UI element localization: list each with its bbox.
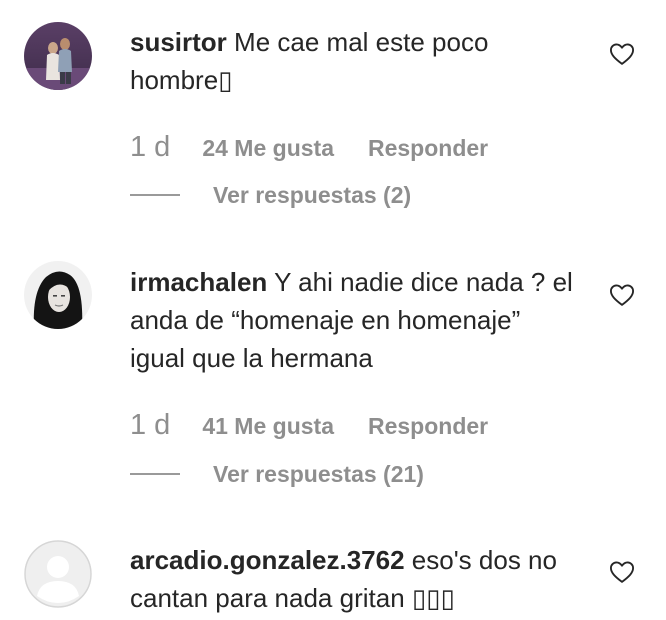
reply-button[interactable]: Responder [368, 413, 488, 440]
replies-divider [130, 194, 180, 196]
reply-button[interactable]: Responder [368, 135, 488, 162]
comment-username[interactable]: susirtor [130, 27, 227, 57]
view-replies-label: Ver respuestas (21) [213, 460, 424, 487]
comment-text-block: irmachalen Y ahi nadie dice nada ? el an… [130, 263, 580, 377]
comment-meta: 1 d 41 Me gusta Responder [130, 409, 522, 443]
avatar[interactable] [24, 261, 92, 329]
comment-likes[interactable]: 41 Me gusta [202, 413, 334, 440]
comment-username[interactable]: irmachalen [130, 267, 267, 297]
comment-timestamp: 1 d [130, 131, 171, 163]
view-replies-button[interactable]: Ver respuestas (21) [130, 459, 424, 489]
view-replies-label: Ver respuestas (2) [213, 181, 412, 208]
comment-text-block: arcadio.gonzalez.3762 eso's dos no canta… [130, 541, 580, 617]
comment-timestamp: 1 d [130, 409, 171, 441]
like-heart-icon[interactable] [608, 281, 636, 309]
comment-text-block: susirtor Me cae mal este poco hombre▯ [130, 23, 580, 99]
comment-likes[interactable]: 24 Me gusta [202, 135, 334, 162]
comment-username[interactable]: arcadio.gonzalez.3762 [130, 545, 405, 575]
like-heart-icon[interactable] [608, 40, 636, 68]
view-replies-button[interactable]: Ver respuestas (2) [130, 180, 411, 210]
like-heart-icon[interactable] [608, 558, 636, 586]
replies-divider [130, 473, 180, 475]
avatar[interactable] [24, 22, 92, 90]
avatar[interactable] [24, 540, 92, 608]
comment-meta: 1 d 24 Me gusta Responder [130, 131, 522, 165]
